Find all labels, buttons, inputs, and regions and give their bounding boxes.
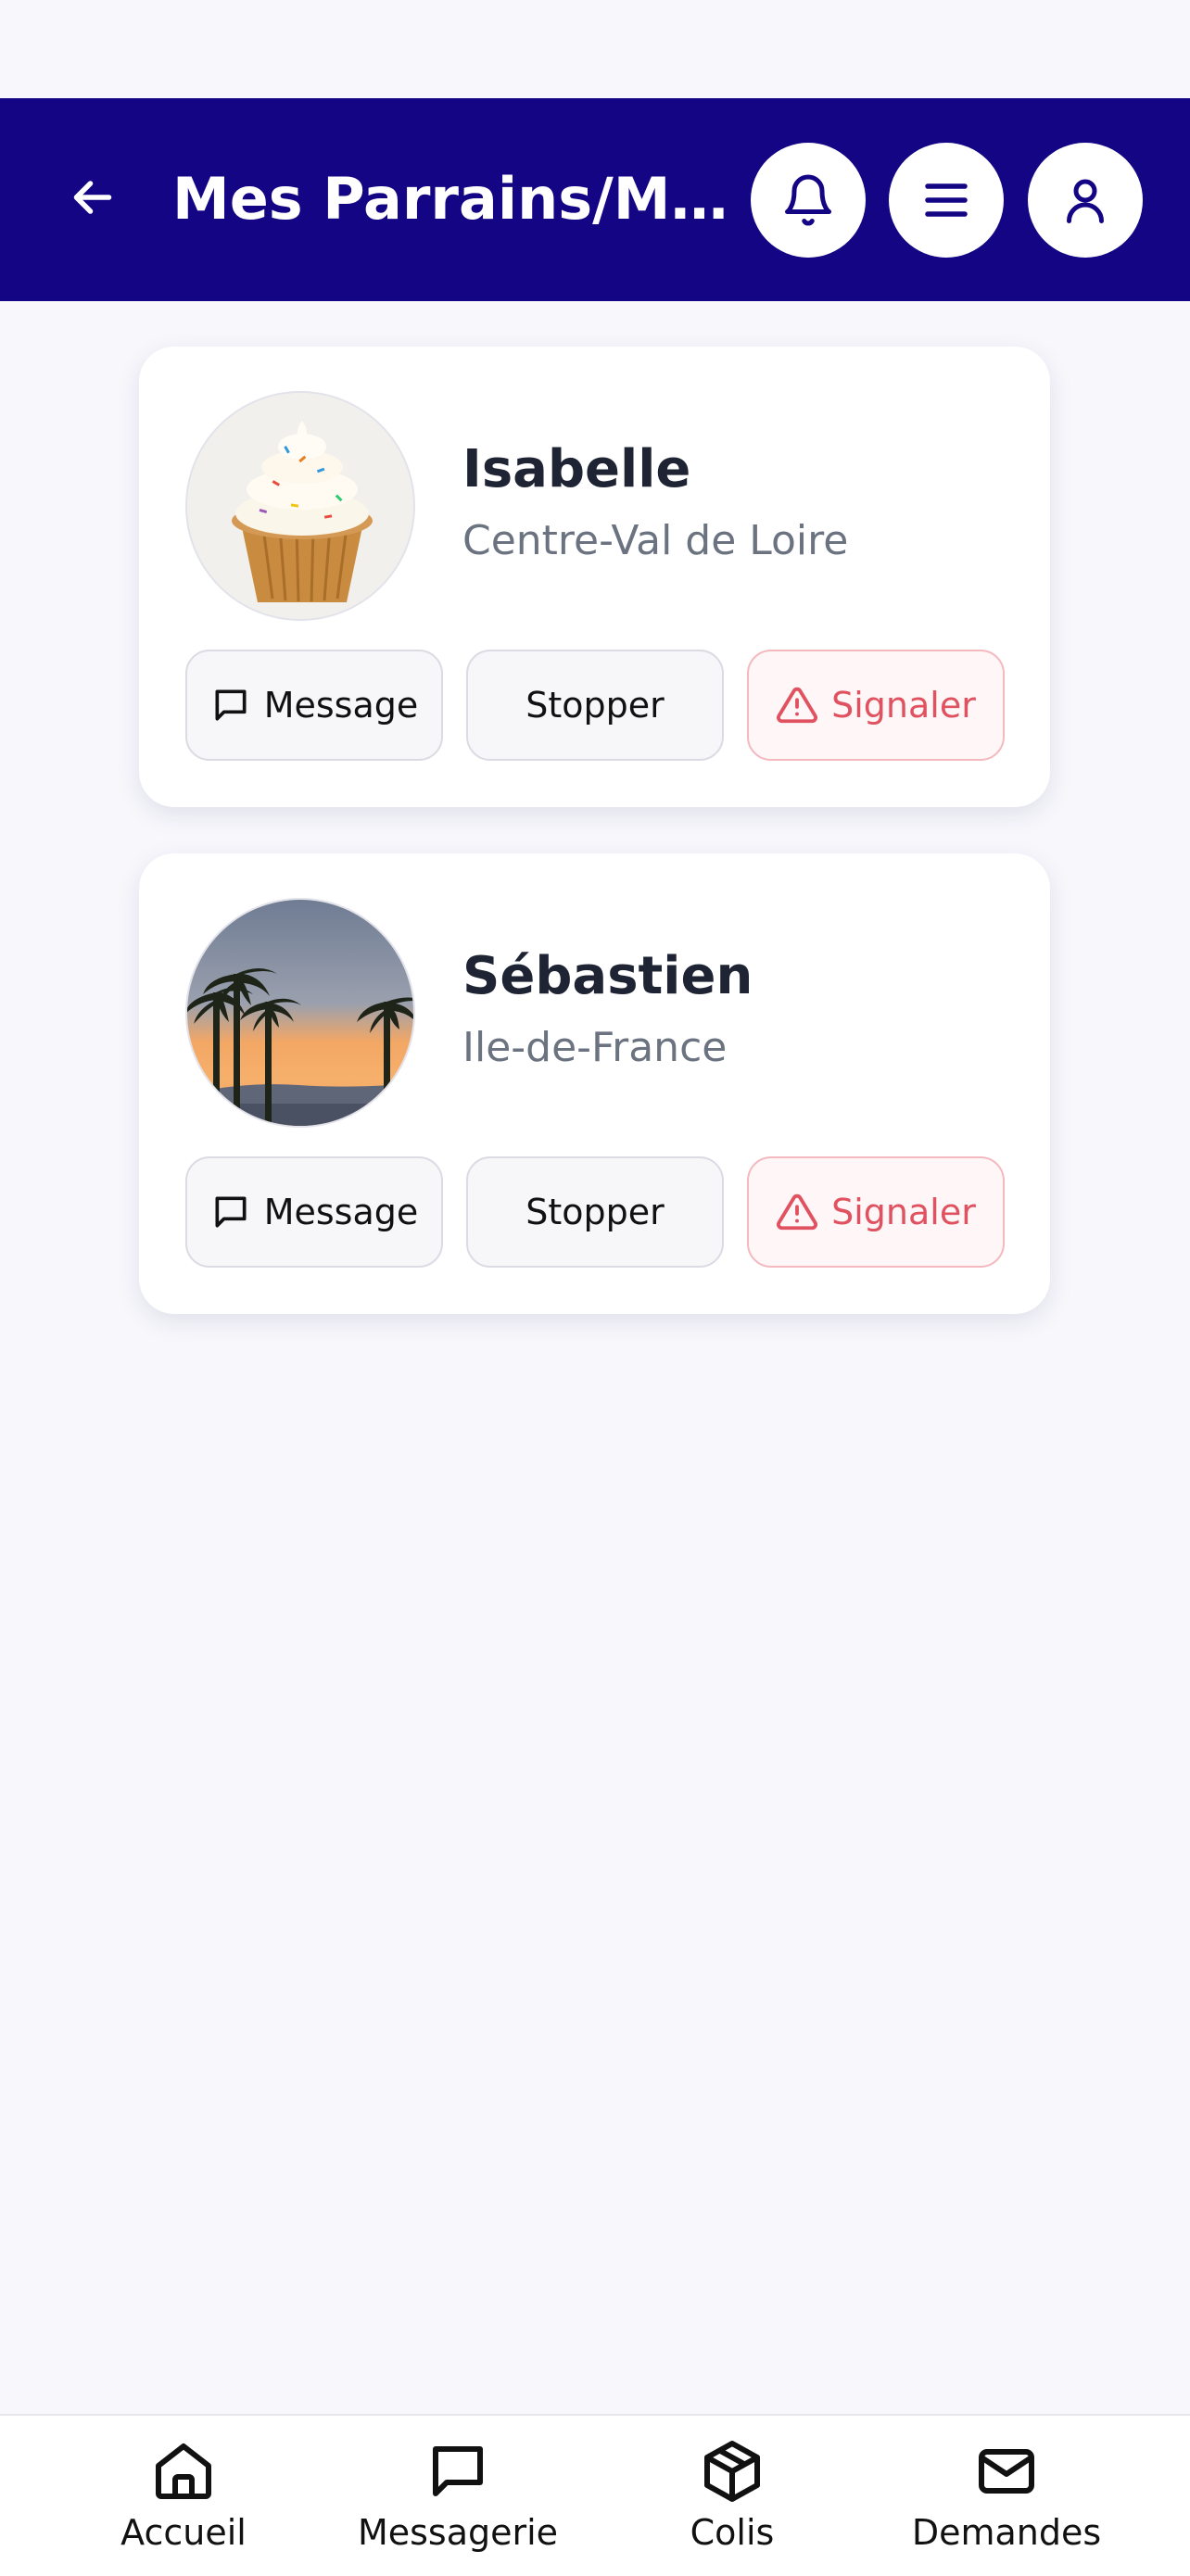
message-button[interactable]: Message	[185, 650, 443, 761]
sponsor-name: Isabelle	[462, 439, 691, 499]
stop-label: Stopper	[525, 685, 665, 726]
stop-label: Stopper	[525, 1192, 665, 1232]
tab-label: Colis	[690, 2512, 775, 2553]
tab-label: Accueil	[120, 2512, 247, 2553]
bell-icon	[785, 174, 831, 226]
home-icon	[156, 2443, 211, 2499]
sponsor-card: Sébastien Ile-de-France Message Stopper …	[139, 853, 1050, 1314]
menu-icon	[925, 183, 968, 217]
bottom-tab-bar: Accueil Messagerie Colis Demandes	[0, 2414, 1190, 2576]
package-icon	[704, 2441, 760, 2502]
sponsor-region: Centre-Val de Loire	[462, 517, 849, 564]
tab-label: Messagerie	[357, 2512, 559, 2553]
menu-button[interactable]	[889, 143, 1004, 258]
report-button[interactable]: Signaler	[747, 1156, 1005, 1268]
sponsor-region: Ile-de-France	[462, 1024, 728, 1071]
stop-button[interactable]: Stopper	[466, 650, 724, 761]
message-label: Message	[263, 1192, 419, 1232]
sponsor-name: Sébastien	[462, 946, 753, 1006]
chat-icon	[215, 689, 247, 721]
message-label: Message	[263, 685, 419, 726]
report-label: Signaler	[831, 1192, 976, 1232]
warning-icon	[777, 1193, 818, 1231]
stop-button[interactable]: Stopper	[466, 1156, 724, 1268]
report-label: Signaler	[831, 685, 976, 726]
message-button[interactable]: Message	[185, 1156, 443, 1268]
app-header: Mes Parrains/Marr...	[0, 98, 1190, 301]
cupcake-image	[187, 393, 413, 619]
tab-label: Demandes	[911, 2512, 1102, 2553]
sponsor-card: Isabelle Centre-Val de Loire Message Sto…	[139, 347, 1050, 807]
notifications-button[interactable]	[751, 143, 866, 258]
avatar	[185, 391, 415, 621]
tab-messagerie[interactable]: Messagerie	[347, 2434, 569, 2553]
back-button[interactable]	[65, 170, 120, 225]
profile-button[interactable]	[1028, 143, 1143, 258]
chat-icon	[433, 2446, 483, 2496]
tab-demandes[interactable]: Demandes	[895, 2434, 1118, 2553]
user-icon	[1067, 179, 1104, 223]
tab-accueil[interactable]: Accueil	[72, 2434, 295, 2553]
tab-colis[interactable]: Colis	[621, 2434, 843, 2553]
warning-icon	[777, 687, 818, 724]
mail-icon	[979, 2449, 1034, 2494]
chat-icon	[215, 1196, 247, 1228]
page-title: Mes Parrains/Marr...	[172, 165, 738, 233]
avatar	[185, 898, 415, 1128]
report-button[interactable]: Signaler	[747, 650, 1005, 761]
palm-trees-sunset-image	[187, 900, 413, 1126]
arrow-left-icon	[73, 181, 112, 214]
